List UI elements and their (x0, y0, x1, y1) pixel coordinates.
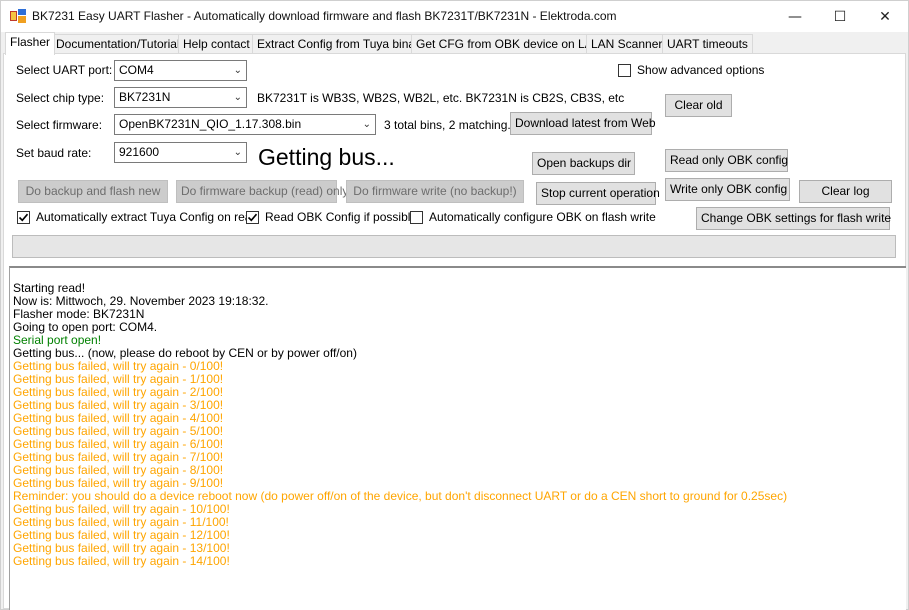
clear-old-button[interactable]: Clear old (665, 94, 732, 117)
minimize-button[interactable]: — (772, 1, 818, 32)
auto-configure-obk-checkbox[interactable]: Automatically configure OBK on flash wri… (410, 209, 656, 225)
tab-documentation[interactable]: Documentation/Tutorials (51, 34, 191, 54)
show-advanced-label: Show advanced options (637, 63, 765, 77)
maximize-button[interactable]: ☐ (817, 1, 863, 32)
firmware-select[interactable]: OpenBK7231N_QIO_1.17.308.bin ⌄ (114, 114, 376, 135)
checkmark-icon (18, 213, 29, 221)
chevron-down-icon: ⌄ (362, 119, 371, 130)
tab-flasher[interactable]: Flasher (5, 32, 56, 55)
maximize-icon: ☐ (833, 8, 847, 25)
read-obk-config-checkbox[interactable]: Read OBK Config if possible (246, 209, 417, 225)
tab-uart-timeouts[interactable]: UART timeouts (662, 34, 753, 54)
chip-type-label: Select chip type: (16, 91, 105, 105)
firmware-value: OpenBK7231N_QIO_1.17.308.bin (119, 117, 302, 131)
close-icon: ✕ (879, 8, 891, 25)
minimize-icon: — (788, 8, 802, 25)
log-line: Going to open port: COM4. (13, 320, 158, 334)
checkbox-box (17, 210, 30, 224)
uart-port-value: COM4 (119, 63, 154, 77)
chevron-down-icon: ⌄ (233, 147, 242, 158)
clear-log-button[interactable]: Clear log (799, 180, 892, 203)
read-obk-config-label: Read OBK Config if possible (265, 210, 418, 224)
tab-extract-config[interactable]: Extract Config from Tuya binary (252, 34, 431, 54)
log-output[interactable]: Starting read! Now is: Mittwoch, 29. Nove… (9, 266, 906, 610)
flasher-panel: Select UART port: COM4 ⌄ Show advanced o… (3, 53, 906, 610)
chip-type-value: BK7231N (119, 90, 171, 104)
checkmark-icon (247, 213, 258, 221)
firmware-backup-button[interactable]: Do firmware backup (read) only (176, 180, 348, 203)
auto-extract-tuya-checkbox[interactable]: Automatically extract Tuya Config on rea… (17, 209, 258, 225)
backup-and-flash-button[interactable]: Do backup and flash new (18, 180, 168, 203)
tab-get-cfg-obk[interactable]: Get CFG from OBK device on LAN (411, 34, 607, 54)
chevron-down-icon: ⌄ (233, 65, 242, 76)
read-only-obk-button[interactable]: Read only OBK config (665, 149, 788, 172)
write-only-obk-button[interactable]: Write only OBK config (665, 178, 790, 201)
uart-port-label: Select UART port: (16, 63, 113, 77)
progress-bar (12, 235, 896, 258)
tab-strip: Flasher Documentation/Tutorials Help con… (3, 32, 906, 55)
chevron-down-icon: ⌄ (233, 92, 242, 103)
firmware-write-button[interactable]: Do firmware write (no backup!) (346, 180, 524, 203)
baud-rate-value: 921600 (119, 145, 160, 159)
window-title: BK7231 Easy UART Flasher - Automatically… (32, 9, 617, 23)
log-line: Getting bus failed, will try again - 14/… (13, 554, 230, 568)
change-obk-settings-button[interactable]: Change OBK settings for flash write (696, 207, 891, 230)
download-latest-button[interactable]: Download latest from Web (510, 112, 656, 135)
auto-extract-tuya-label: Automatically extract Tuya Config on rea… (36, 210, 259, 224)
title-bar: BK7231 Easy UART Flasher - Automatically… (1, 1, 908, 32)
firmware-label: Select firmware: (16, 118, 103, 132)
status-text: Getting bus... (258, 144, 395, 170)
checkbox-box (618, 63, 631, 77)
checkbox-box (410, 210, 423, 224)
tab-lan-scanner[interactable]: LAN Scanner (586, 34, 668, 54)
open-backups-button[interactable]: Open backups dir (532, 152, 635, 175)
baud-rate-label: Set baud rate: (16, 146, 92, 160)
auto-configure-obk-label: Automatically configure OBK on flash wri… (429, 210, 656, 224)
log-line: Now is: Mittwoch, 29. November 2023 19:1… (13, 294, 269, 308)
checkbox-box (246, 210, 259, 224)
close-button[interactable]: ✕ (862, 1, 908, 32)
firmware-info-text: 3 total bins, 2 matching. (384, 118, 511, 132)
chip-info-text: BK7231T is WB3S, WB2S, WB2L, etc. BK7231… (257, 91, 625, 105)
uart-port-select[interactable]: COM4 ⌄ (114, 60, 247, 81)
app-icon (10, 9, 26, 23)
app-window: BK7231 Easy UART Flasher - Automatically… (0, 0, 909, 610)
tab-help-contact[interactable]: Help contact (178, 34, 255, 54)
baud-rate-select[interactable]: 921600 ⌄ (114, 142, 247, 163)
chip-type-select[interactable]: BK7231N ⌄ (114, 87, 247, 108)
show-advanced-checkbox[interactable]: Show advanced options (618, 62, 764, 78)
stop-operation-button[interactable]: Stop current operation (536, 182, 660, 205)
